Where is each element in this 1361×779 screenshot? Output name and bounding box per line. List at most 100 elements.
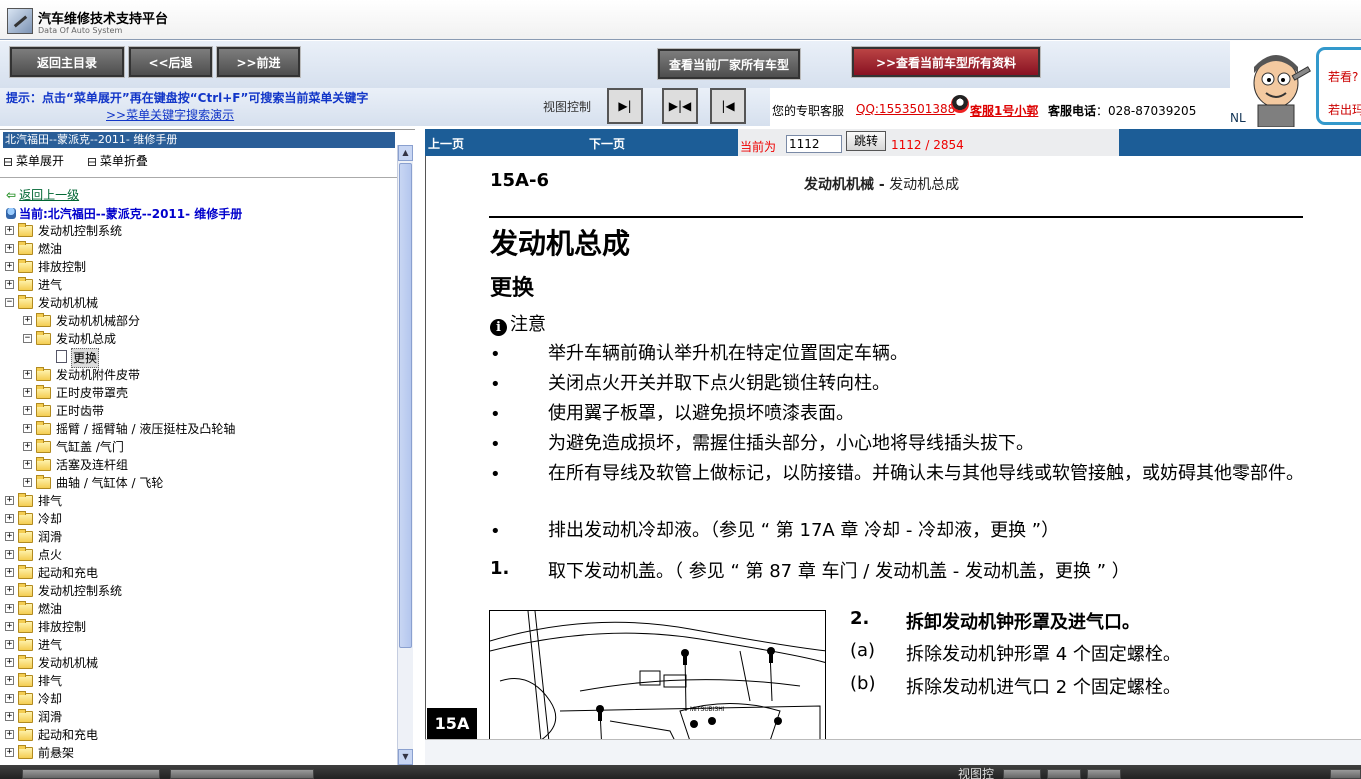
expand-plus-icon[interactable]: + — [5, 640, 14, 649]
collapse-minus-icon[interactable]: − — [23, 334, 32, 343]
menu-tree-item[interactable]: + 冷却 — [4, 690, 396, 708]
expand-plus-icon[interactable]: + — [5, 532, 14, 541]
menu-tree-item[interactable]: + 排放控制 — [4, 258, 396, 276]
expand-plus-icon[interactable]: + — [23, 388, 32, 397]
menu-tree-label: 发动机附件皮带 — [56, 368, 141, 382]
scroll-up-icon[interactable]: ▲ — [398, 145, 413, 161]
expand-plus-icon[interactable]: + — [5, 694, 14, 703]
all-docs-button[interactable]: >>查看当前车型所有资料 — [851, 46, 1041, 78]
menu-tree-label: 冷却 — [38, 512, 63, 526]
ad-banner[interactable]: NL 若看? 若出玛 — [1230, 41, 1361, 129]
menu-tree-item[interactable]: + 正时皮带罩壳 — [4, 384, 396, 402]
doc-title: 发动机总成 — [490, 227, 631, 260]
menu-tree-item[interactable]: + 燃油 — [4, 600, 396, 618]
menu-tree-item[interactable]: + 发动机控制系统 — [4, 582, 396, 600]
expand-plus-icon[interactable]: + — [5, 496, 14, 505]
expand-plus-icon[interactable]: + — [5, 658, 14, 667]
expand-plus-icon[interactable]: + — [23, 316, 32, 325]
bottom-view-button-2[interactable] — [1047, 769, 1081, 779]
view-right-button[interactable]: |◀ — [710, 88, 746, 124]
expand-plus-icon[interactable]: + — [5, 676, 14, 685]
bottom-view-button-1[interactable] — [1003, 769, 1041, 779]
page-number-input[interactable]: 1112 — [786, 135, 842, 153]
search-demo-link[interactable]: >>菜单关键字搜索演示 — [106, 106, 234, 123]
menu-expand-button[interactable]: 菜单展开 — [4, 154, 74, 168]
engine-bay-illustration: MITSUBISHI — [490, 611, 825, 739]
back-button[interactable]: <<后退 — [128, 46, 213, 78]
menu-tree-item[interactable]: + 起动和充电 — [4, 726, 396, 744]
menu-tree-item[interactable]: + 曲轴 / 气缸体 / 飞轮 — [4, 474, 396, 492]
menu-tree-item[interactable]: + 冷却 — [4, 510, 396, 528]
expand-plus-icon[interactable]: + — [5, 568, 14, 577]
menu-tree-item[interactable]: + 发动机控制系统 — [4, 222, 396, 240]
expand-plus-icon[interactable]: + — [5, 514, 14, 523]
expand-plus-icon[interactable]: + — [23, 478, 32, 487]
expand-plus-icon[interactable]: + — [5, 712, 14, 721]
expand-plus-icon[interactable]: + — [5, 604, 14, 613]
bullet-marker: • — [490, 464, 501, 485]
expand-plus-icon[interactable]: + — [5, 748, 14, 757]
expand-plus-icon[interactable]: + — [23, 460, 32, 469]
bottom-button-1[interactable] — [22, 769, 160, 779]
menu-tree-item[interactable]: 更换 — [4, 348, 396, 368]
next-page-link[interactable]: 下一页 — [589, 135, 625, 152]
qq-penguin-icon[interactable] — [951, 95, 969, 113]
expand-plus-icon[interactable]: + — [23, 424, 32, 433]
menu-collapse-button[interactable]: 菜单折叠 — [87, 154, 158, 168]
expand-plus-icon[interactable]: + — [5, 622, 14, 631]
menu-tree-item[interactable]: + 气缸盖 /气门 — [4, 438, 396, 456]
menu-tree-item[interactable]: − 发动机机械 — [4, 294, 396, 312]
all-models-button[interactable]: 查看当前厂家所有车型 — [657, 48, 801, 80]
menu-tree-item[interactable]: + 前悬架 — [4, 744, 396, 762]
expand-plus-icon[interactable]: + — [23, 442, 32, 451]
service-agent-link[interactable]: 客服1号小郭 — [970, 102, 1038, 119]
book-icon — [6, 208, 16, 219]
prev-page-link[interactable]: 上一页 — [428, 135, 464, 152]
menu-tree-item[interactable]: + 排气 — [4, 672, 396, 690]
folder-icon — [36, 475, 51, 489]
menu-tree-item[interactable]: + 摇臂 / 摇臂轴 / 液压挺柱及凸轮轴 — [4, 420, 396, 438]
back-up-link[interactable]: ⇦ 返回上一级 — [6, 186, 79, 203]
scroll-down-icon[interactable]: ▼ — [398, 749, 413, 765]
menu-tree-item[interactable]: + 点火 — [4, 546, 396, 564]
menu-tree-item[interactable]: + 发动机附件皮带 — [4, 366, 396, 384]
expand-plus-icon[interactable]: + — [5, 226, 14, 235]
bottom-view-button-3[interactable] — [1087, 769, 1121, 779]
menu-tree-item[interactable]: + 进气 — [4, 276, 396, 294]
menu-tree-item[interactable]: + 发动机机械部分 — [4, 312, 396, 330]
view-split-button[interactable]: ▶|◀ — [662, 88, 698, 124]
expand-plus-icon[interactable]: + — [5, 730, 14, 739]
menu-tree-item[interactable]: + 进气 — [4, 636, 396, 654]
document-scrollbar[interactable] — [425, 739, 1361, 765]
expand-plus-icon[interactable]: + — [5, 280, 14, 289]
service-qq-link[interactable]: QQ:1553501388 — [856, 102, 955, 116]
menu-tree-item[interactable]: + 润滑 — [4, 708, 396, 726]
menu-tree-item[interactable]: + 排放控制 — [4, 618, 396, 636]
collapse-minus-icon[interactable]: − — [5, 298, 14, 307]
menu-tree-item[interactable]: + 燃油 — [4, 240, 396, 258]
menu-tree-item[interactable]: + 排气 — [4, 492, 396, 510]
expand-plus-icon[interactable]: + — [5, 550, 14, 559]
expand-plus-icon[interactable]: + — [5, 586, 14, 595]
menu-tree-item[interactable]: + 正时齿带 — [4, 402, 396, 420]
folder-icon — [18, 277, 33, 291]
view-left-button[interactable]: ▶| — [607, 88, 643, 124]
bottom-button-2[interactable] — [170, 769, 314, 779]
expand-plus-icon[interactable]: + — [5, 244, 14, 253]
home-button[interactable]: 返回主目录 — [9, 46, 125, 78]
menu-tree-item[interactable]: − 发动机总成 — [4, 330, 396, 348]
expand-plus-icon[interactable]: + — [23, 406, 32, 415]
expand-plus-icon[interactable]: + — [23, 370, 32, 379]
forward-button[interactable]: >>前进 — [216, 46, 301, 78]
menu-tree-item[interactable]: + 起动和充电 — [4, 564, 396, 582]
menu-tree-label: 正时皮带罩壳 — [56, 386, 129, 400]
folder-icon — [18, 493, 33, 507]
menu-scrollbar[interactable]: ▲ ▼ — [397, 145, 413, 765]
menu-tree-item[interactable]: + 润滑 — [4, 528, 396, 546]
bottom-button-right[interactable] — [1330, 769, 1361, 779]
expand-plus-icon[interactable]: + — [5, 262, 14, 271]
menu-tree-item[interactable]: + 发动机机械 — [4, 654, 396, 672]
jump-button[interactable]: 跳转 — [846, 131, 886, 151]
menu-tree-item[interactable]: + 活塞及连杆组 — [4, 456, 396, 474]
scroll-thumb[interactable] — [399, 163, 412, 648]
